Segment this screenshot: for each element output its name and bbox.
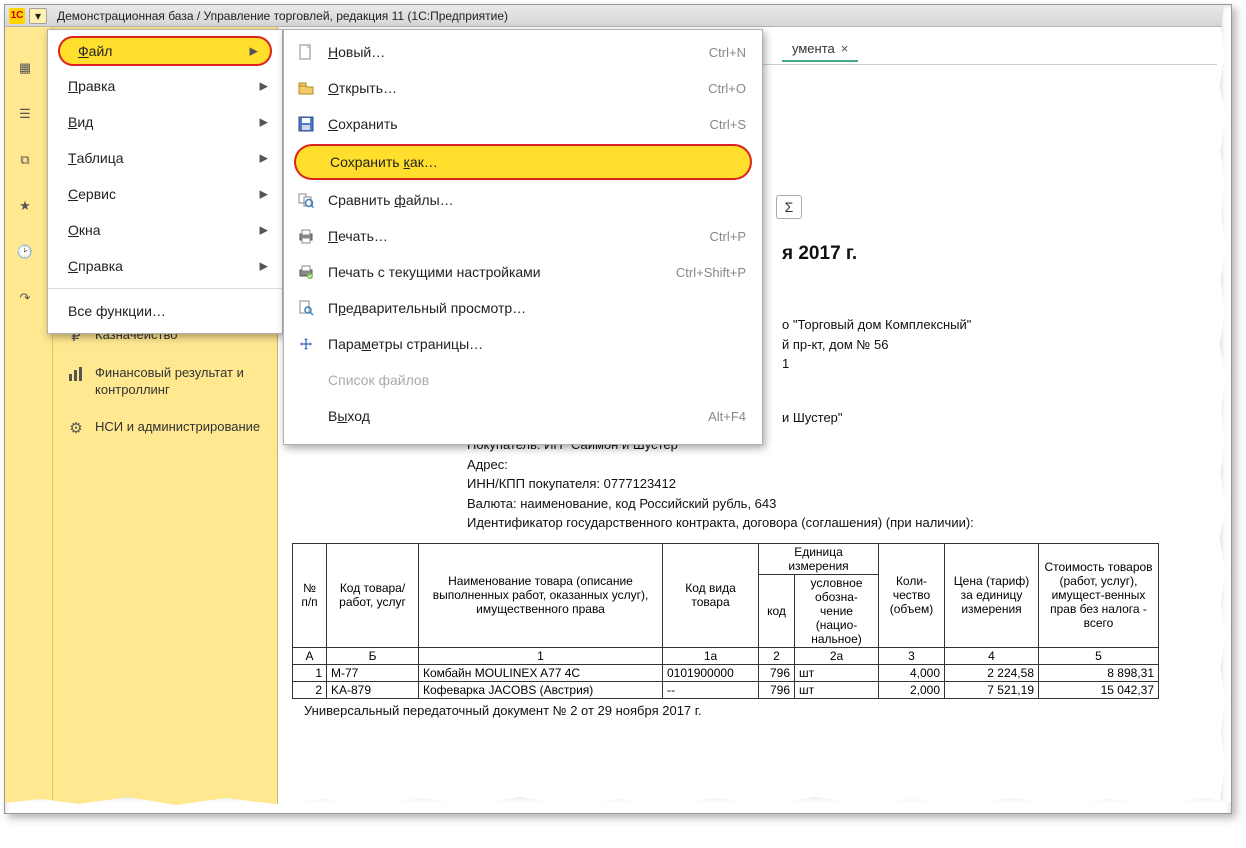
chevron-right-icon: ▶ <box>260 116 268 129</box>
submenu-label: Параметры страницы… <box>328 336 483 352</box>
toolbar-grid-icon[interactable]: ▦ <box>13 57 37 79</box>
chevron-right-icon: ▶ <box>250 45 258 58</box>
submenu-item[interactable]: Открыть… Ctrl+O <box>284 70 762 106</box>
sidebar-item-admin[interactable]: ⚙ НСИ и администрирование <box>53 409 277 447</box>
titlebar: 1C ▾ Демонстрационная база / Управление … <box>5 5 1231 27</box>
submenu-label: Сохранить <box>328 116 398 132</box>
toolbar-icon-4[interactable]: ★ <box>13 195 37 217</box>
shortcut-label: Ctrl+Shift+P <box>676 265 746 280</box>
compare-icon <box>296 190 316 210</box>
table-row: 2 KA-879 Кофеварка JACOBS (Австрия) -- 7… <box>293 681 1159 698</box>
shortcut-label: Ctrl+P <box>710 229 746 244</box>
submenu-label: Предварительный просмотр… <box>328 300 526 316</box>
submenu-item[interactable]: Печать… Ctrl+P <box>284 218 762 254</box>
sidebar-item-label: НСИ и администрирование <box>95 419 260 436</box>
submenu-item[interactable]: Новый… Ctrl+N <box>284 34 762 70</box>
sidebar-item-label: Финансовый результат и контроллинг <box>95 365 263 399</box>
col-price: Цена (тариф) за единицу измерения <box>945 543 1039 647</box>
printcur-icon <box>296 262 316 282</box>
toolbar-icon-6[interactable]: ↷ <box>13 287 37 309</box>
blank-icon <box>296 370 316 390</box>
submenu-label: Печать… <box>328 228 388 244</box>
blank-icon <box>296 406 316 426</box>
toolbar-icon-5[interactable]: 🕑 <box>13 241 37 263</box>
chevron-right-icon: ▶ <box>260 80 268 93</box>
menu-item-справка[interactable]: Справка▶ <box>48 248 282 284</box>
print-icon <box>296 226 316 246</box>
sidebar-item-finresult[interactable]: Финансовый результат и контроллинг <box>53 355 277 409</box>
main-menu: Файл▶Правка▶Вид▶Таблица▶Сервис▶Окна▶Спра… <box>47 29 283 334</box>
app-logo-icon: 1C <box>9 8 25 24</box>
tab-label: умента <box>792 41 835 56</box>
menu-item-правка[interactable]: Правка▶ <box>48 68 282 104</box>
save-icon <box>296 114 316 134</box>
chevron-right-icon: ▶ <box>260 224 268 237</box>
sigma-button[interactable]: Σ <box>776 195 802 219</box>
submenu-label: Печать с текущими настройками <box>328 264 541 280</box>
menu-item-окна[interactable]: Окна▶ <box>48 212 282 248</box>
shortcut-label: Ctrl+O <box>708 81 746 96</box>
submenu-item[interactable]: Сравнить файлы… <box>284 182 762 218</box>
submenu-item[interactable]: Сохранить как… <box>294 144 752 180</box>
menu-item-все функции…[interactable]: Все функции… <box>48 293 282 329</box>
menu-item-сервис[interactable]: Сервис▶ <box>48 176 282 212</box>
submenu-item: Список файлов <box>284 362 762 398</box>
chevron-right-icon: ▶ <box>260 260 268 273</box>
doc-bottom-line: Универсальный передаточный документ № 2 … <box>304 703 1217 718</box>
submenu-label: Сохранить как… <box>330 154 438 170</box>
menu-item-файл[interactable]: Файл▶ <box>58 36 272 66</box>
shortcut-label: Ctrl+S <box>710 117 746 132</box>
table-row: 1 M-77 Комбайн MOULINEX A77 4C 010190000… <box>293 664 1159 681</box>
active-tab[interactable]: умента × <box>782 37 858 62</box>
menu-item-вид[interactable]: Вид▶ <box>48 104 282 140</box>
chevron-right-icon: ▶ <box>260 152 268 165</box>
col-unit-code: код <box>759 574 795 647</box>
pagesetup-icon <box>296 334 316 354</box>
doc-title: я 2017 г. <box>782 243 1217 265</box>
doc-meta-block: Покупатель: ИП "Саймон и Шустер" Адрес: … <box>467 435 1217 533</box>
menu-item-таблица[interactable]: Таблица▶ <box>48 140 282 176</box>
submenu-item[interactable]: Выход Alt+F4 <box>284 398 762 434</box>
col-kind: Код вида товара <box>663 543 759 647</box>
submenu-item[interactable]: Печать с текущими настройками Ctrl+Shift+… <box>284 254 762 290</box>
col-sum: Стоимость товаров (работ, услуг), имущес… <box>1039 543 1159 647</box>
col-name: Наименование товара (описание выполненны… <box>419 543 663 647</box>
titlebar-dropdown-icon[interactable]: ▾ <box>29 8 47 24</box>
open-icon <box>296 78 316 98</box>
submenu-item[interactable]: Сохранить Ctrl+S <box>284 106 762 142</box>
gear-icon: ⚙ <box>67 419 85 437</box>
col-unit-desc: условное обозна-чение (нацио-нальное) <box>795 574 879 647</box>
app-window: 1C ▾ Демонстрационная база / Управление … <box>4 4 1232 814</box>
file-submenu: Новый… Ctrl+N Открыть… Ctrl+O Сохранить Ctrl+… <box>283 29 763 445</box>
submenu-label: Список файлов <box>328 372 429 388</box>
submenu-label: Выход <box>328 408 370 424</box>
col-code: Код товара/ работ, услуг <box>327 543 419 647</box>
new-icon <box>296 42 316 62</box>
col-unit: Единица измерения <box>759 543 879 574</box>
window-title: Демонстрационная база / Управление торго… <box>57 9 508 23</box>
doc-meta-right: о "Торговый дом Комплексный" й пр-кт, до… <box>782 315 1217 427</box>
submenu-label: Сравнить файлы… <box>328 192 454 208</box>
shortcut-label: Ctrl+N <box>709 45 746 60</box>
toolbar-icon-2[interactable]: ☰ <box>13 103 37 125</box>
close-icon[interactable]: × <box>841 41 849 56</box>
preview-icon <box>296 298 316 318</box>
chevron-right-icon: ▶ <box>260 188 268 201</box>
chart-icon <box>67 365 85 383</box>
left-toolbar: ▦ ☰ ⧉ ★ 🕑 ↷ <box>5 27 53 813</box>
submenu-label: Открыть… <box>328 80 397 96</box>
col-np: № п/п <box>293 543 327 647</box>
toolbar-icon-3[interactable]: ⧉ <box>13 149 37 171</box>
submenu-label: Новый… <box>328 44 385 60</box>
submenu-item[interactable]: Параметры страницы… <box>284 326 762 362</box>
shortcut-label: Alt+F4 <box>708 409 746 424</box>
menu-separator <box>48 288 282 289</box>
utd-table: № п/п Код товара/ работ, услуг Наименова… <box>292 543 1159 699</box>
submenu-item[interactable]: Предварительный просмотр… <box>284 290 762 326</box>
col-qty: Коли-чество (объем) <box>879 543 945 647</box>
blank-icon <box>298 152 318 172</box>
